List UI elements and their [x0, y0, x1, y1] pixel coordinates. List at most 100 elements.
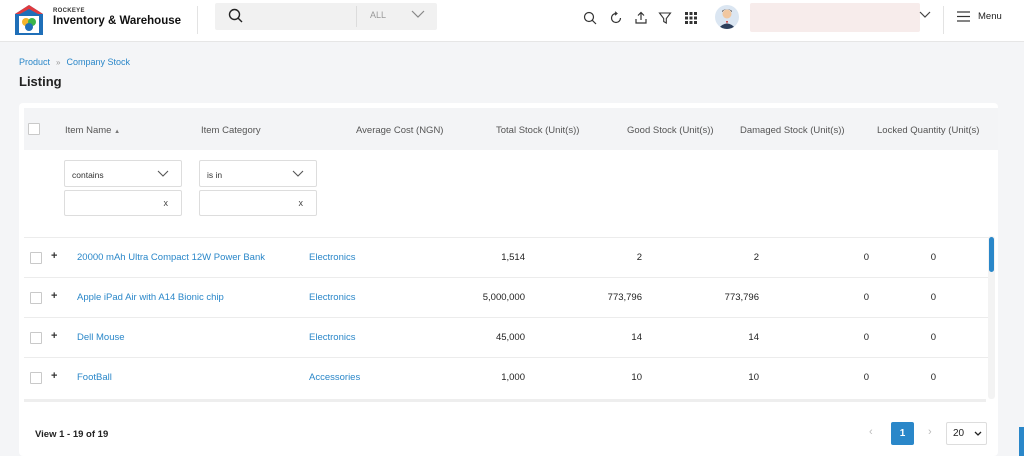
menu-button[interactable]: Menu [957, 11, 1002, 22]
breadcrumb: Product » Company Stock [19, 57, 130, 67]
average-cost-cell: 1,000 [501, 372, 525, 383]
breadcrumb-company-stock[interactable]: Company Stock [66, 57, 130, 67]
item-name-filter-operator[interactable]: contains [64, 160, 182, 187]
total-stock-cell: 10 [631, 372, 642, 383]
item-name-filter-input[interactable]: x [64, 190, 182, 216]
avatar[interactable] [715, 5, 739, 29]
item-name-link[interactable]: 20000 mAh Ultra Compact 12W Power Bank [77, 252, 265, 263]
page-size-select[interactable]: 20 [946, 422, 987, 445]
item-category-link[interactable]: Accessories [309, 372, 360, 383]
damaged-stock-cell: 0 [863, 292, 869, 303]
brand-product: Inventory & Warehouse [53, 15, 182, 27]
good-stock-cell: 2 [753, 252, 759, 263]
vertical-scrollbar-thumb[interactable] [989, 237, 994, 272]
table-row[interactable]: + Dell Mouse Electronics 45,000 14 14 0 … [24, 317, 990, 357]
row-checkbox[interactable] [30, 252, 42, 264]
row-checkbox[interactable] [30, 292, 42, 304]
locked-quantity-cell: 0 [930, 332, 936, 343]
damaged-stock-cell: 0 [863, 252, 869, 263]
search-tool-icon[interactable] [583, 11, 597, 25]
user-account-select[interactable] [750, 3, 920, 32]
table-row[interactable]: + Apple iPad Air with A14 Bionic chip El… [24, 277, 990, 317]
upload-icon[interactable] [634, 11, 648, 25]
table-row[interactable]: + 20000 mAh Ultra Compact 12W Power Bank… [24, 237, 990, 277]
average-cost-cell: 5,000,000 [482, 292, 525, 303]
good-stock-cell: 10 [748, 372, 759, 383]
item-name-link[interactable]: FootBall [77, 372, 112, 383]
clear-filter-icon[interactable]: x [164, 198, 169, 208]
column-item-category[interactable]: Item Category [201, 125, 261, 136]
chevron-down-icon [157, 170, 169, 177]
rockeye-logo-icon[interactable] [14, 4, 44, 36]
menu-label: Menu [978, 11, 1002, 22]
divider [943, 6, 944, 34]
expand-row-icon[interactable]: + [51, 370, 57, 382]
user-avatar-icon [718, 9, 736, 29]
sort-asc-icon[interactable]: ▲ [114, 129, 120, 135]
average-cost-cell: 1,514 [501, 252, 525, 263]
search-icon[interactable] [228, 8, 243, 23]
next-page-button[interactable]: › [928, 426, 932, 438]
table-row[interactable]: + FootBall Accessories 1,000 10 10 0 0 [24, 357, 990, 397]
item-category-filter-operator[interactable]: is in [199, 160, 317, 187]
side-accent-tab[interactable] [1019, 427, 1024, 456]
filter-operator-value: is in [207, 170, 223, 180]
stock-grid-card: Item Name ▲ Item Category Average Cost (… [19, 103, 998, 456]
hamburger-icon [957, 11, 970, 22]
page-title: Listing [19, 74, 62, 89]
brand: ROCKEYE Inventory & Warehouse [53, 8, 181, 27]
locked-quantity-cell: 0 [930, 372, 936, 383]
expand-row-icon[interactable]: + [51, 330, 57, 342]
page-size-value: 20 [953, 428, 965, 439]
column-good-stock[interactable]: Good Stock (Unit(s)) [627, 125, 714, 136]
expand-row-icon[interactable]: + [51, 250, 57, 262]
table-header: Item Name ▲ Item Category Average Cost (… [24, 108, 998, 150]
locked-quantity-cell: 0 [930, 292, 936, 303]
item-category-link[interactable]: Electronics [309, 252, 355, 263]
column-damaged-stock[interactable]: Damaged Stock (Unit(s)) [740, 125, 845, 136]
global-search[interactable]: ALL [215, 3, 437, 30]
item-category-filter-input[interactable]: x [199, 190, 317, 216]
divider [197, 6, 198, 34]
top-bar: ROCKEYE Inventory & Warehouse ALL Menu [0, 0, 1024, 42]
column-label: Item Name [65, 125, 112, 136]
row-checkbox[interactable] [30, 372, 42, 384]
good-stock-cell: 14 [748, 332, 759, 343]
expand-row-icon[interactable]: + [51, 290, 57, 302]
chevron-down-icon [974, 431, 982, 436]
chevron-down-icon [292, 170, 304, 177]
view-range-text: View 1 - 19 of 19 [35, 429, 109, 440]
average-cost-cell: 45,000 [495, 332, 525, 343]
filter-icon[interactable] [658, 11, 672, 25]
breadcrumb-separator: » [56, 57, 61, 67]
refresh-icon[interactable] [609, 11, 623, 25]
brand-company: ROCKEYE [53, 8, 85, 14]
search-scope-select[interactable]: ALL [370, 10, 386, 20]
damaged-stock-cell: 0 [863, 332, 869, 343]
item-name-link[interactable]: Dell Mouse [77, 332, 125, 343]
select-all-checkbox[interactable] [28, 123, 40, 135]
search-divider [356, 6, 357, 27]
chevron-down-icon[interactable] [411, 10, 425, 19]
row-checkbox[interactable] [30, 332, 42, 344]
column-average-cost[interactable]: Average Cost (NGN) [356, 125, 443, 136]
breadcrumb-product[interactable]: Product [19, 57, 50, 67]
item-category-link[interactable]: Electronics [309, 332, 355, 343]
previous-page-button[interactable]: ‹ [869, 426, 873, 438]
column-item-name[interactable]: Item Name ▲ [65, 125, 120, 136]
total-stock-cell: 773,796 [607, 292, 642, 303]
item-category-link[interactable]: Electronics [309, 292, 355, 303]
clear-filter-icon[interactable]: x [299, 198, 304, 208]
page-1-button[interactable]: 1 [891, 422, 914, 445]
filter-operator-value: contains [72, 170, 104, 180]
horizontal-scrollbar[interactable] [24, 399, 986, 402]
good-stock-cell: 773,796 [724, 292, 759, 303]
apps-grid-icon[interactable] [684, 11, 698, 25]
column-locked-quantity[interactable]: Locked Quantity (Unit(s) [877, 125, 979, 136]
chevron-down-icon[interactable] [919, 11, 931, 19]
damaged-stock-cell: 0 [863, 372, 869, 383]
total-stock-cell: 14 [631, 332, 642, 343]
column-total-stock[interactable]: Total Stock (Unit(s)) [496, 125, 579, 136]
item-name-link[interactable]: Apple iPad Air with A14 Bionic chip [77, 292, 224, 303]
locked-quantity-cell: 0 [930, 252, 936, 263]
